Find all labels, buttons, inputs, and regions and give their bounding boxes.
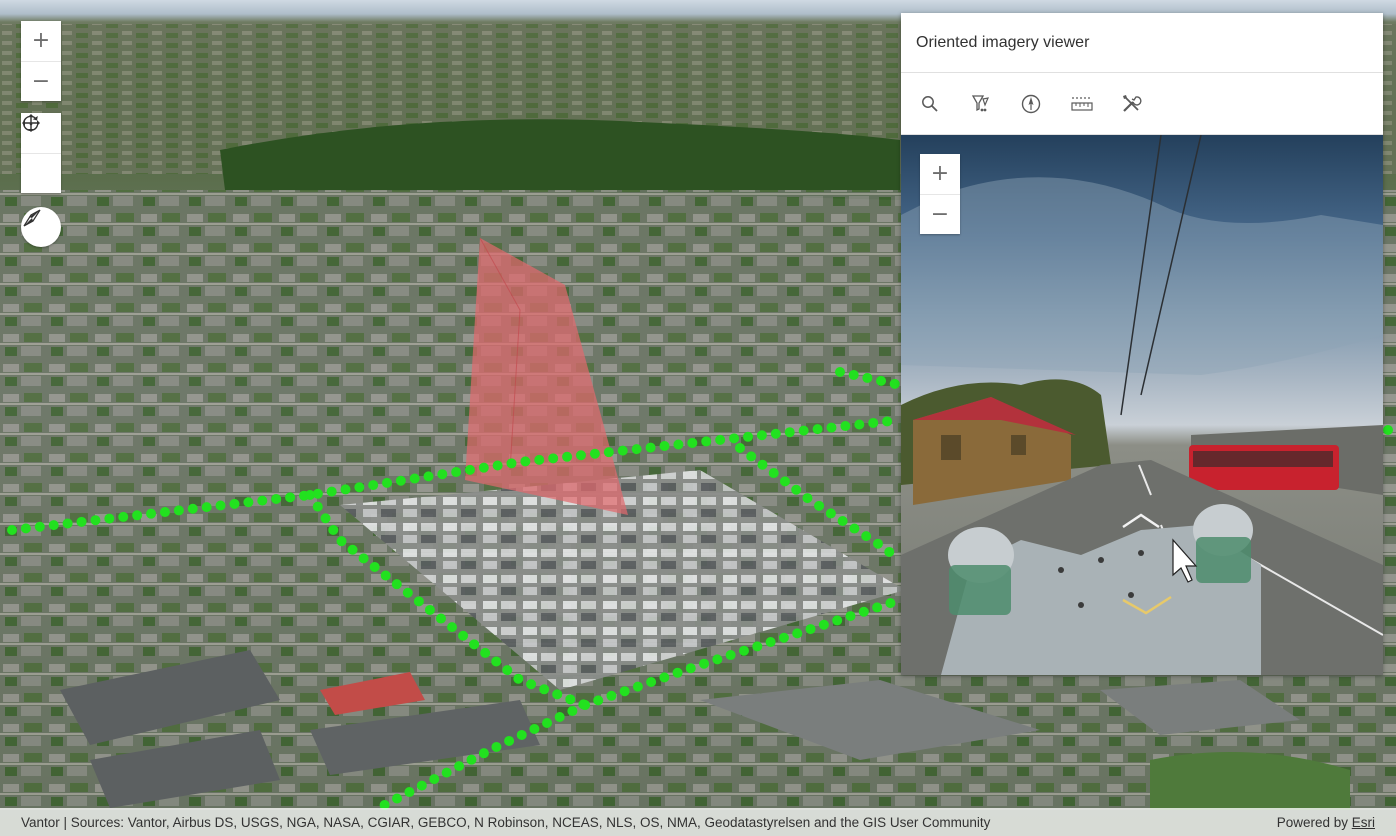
measure-icon xyxy=(1071,96,1093,111)
esri-link[interactable]: Esri xyxy=(1352,815,1375,830)
zoom-controls: + − xyxy=(21,21,61,101)
filter-button[interactable] xyxy=(970,84,1020,124)
rotate-icon xyxy=(23,115,39,132)
compass-icon xyxy=(23,209,41,227)
viewer-zoom-out-button[interactable]: − xyxy=(920,194,960,234)
navigation-toggle xyxy=(21,113,61,193)
zoom-in-button[interactable]: + xyxy=(21,21,61,61)
orientation-icon xyxy=(1021,94,1041,113)
orientation-button[interactable] xyxy=(1020,84,1070,124)
filter-icon xyxy=(971,94,990,111)
attribution-bar: Vantor | Sources: Vantor, Airbus DS, USG… xyxy=(0,808,1396,836)
tools-button[interactable] xyxy=(1120,84,1170,124)
panel-toolbar xyxy=(901,73,1383,135)
search-button[interactable] xyxy=(920,84,970,124)
zoom-out-button[interactable]: − xyxy=(21,61,61,101)
powered-by: Powered by Esri xyxy=(1277,815,1375,830)
compass-button[interactable] xyxy=(21,207,61,247)
viewer-zoom-controls: + − xyxy=(920,154,960,234)
imagery-viewer[interactable]: + − xyxy=(901,135,1383,675)
rotate-button[interactable] xyxy=(21,115,61,193)
oriented-imagery-panel: Oriented imagery viewer + − xyxy=(901,13,1383,675)
panel-title: Oriented imagery viewer xyxy=(916,33,1090,51)
panel-header: Oriented imagery viewer xyxy=(901,13,1383,73)
viewer-zoom-in-button[interactable]: + xyxy=(920,154,960,194)
attribution-sources: Vantor | Sources: Vantor, Airbus DS, USG… xyxy=(21,814,991,830)
tools-icon xyxy=(1123,94,1142,112)
measure-button[interactable] xyxy=(1070,84,1120,124)
search-icon xyxy=(922,95,938,112)
powered-by-label: Powered by xyxy=(1276,814,1352,830)
street-level-image xyxy=(901,135,1383,675)
